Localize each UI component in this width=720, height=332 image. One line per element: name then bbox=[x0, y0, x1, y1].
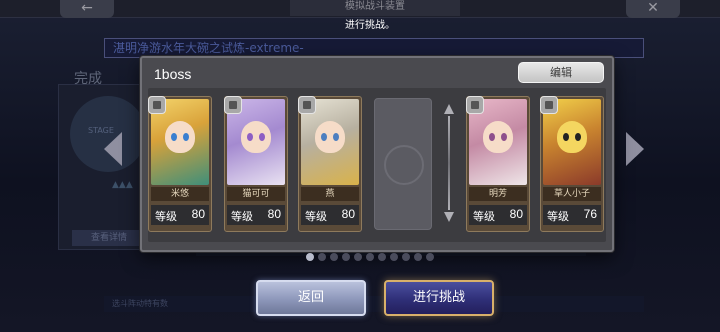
level-value: 80 bbox=[509, 207, 523, 221]
level-label: 等级 bbox=[305, 210, 327, 223]
next-page-arrow-icon[interactable] bbox=[626, 132, 644, 166]
level-value: 80 bbox=[341, 207, 355, 221]
level-row: 等级 76 bbox=[543, 205, 601, 225]
return-button[interactable]: 返回 bbox=[256, 280, 366, 316]
pagination-dot[interactable] bbox=[354, 253, 362, 261]
level-value: 76 bbox=[583, 207, 597, 221]
close-icon: ✕ bbox=[626, 0, 680, 18]
pagination-dot[interactable] bbox=[366, 253, 374, 261]
level-label: 等级 bbox=[155, 210, 177, 223]
pagination-dot[interactable] bbox=[306, 253, 314, 261]
star-rating-icon: ▲▲▲ bbox=[112, 180, 133, 190]
character-card[interactable]: 明芳 等级 80 bbox=[466, 96, 530, 232]
empty-slot-icon bbox=[384, 145, 424, 185]
role-icon bbox=[466, 96, 484, 114]
pagination-dot[interactable] bbox=[342, 253, 350, 261]
character-card[interactable]: 猫可可 等级 80 bbox=[224, 96, 288, 232]
role-icon bbox=[224, 96, 242, 114]
prev-page-arrow-icon[interactable] bbox=[104, 132, 122, 166]
level-label: 等级 bbox=[231, 210, 253, 223]
character-name: 米悠 bbox=[151, 187, 209, 201]
pagination-dot[interactable] bbox=[330, 253, 338, 261]
level-value: 80 bbox=[191, 207, 205, 221]
pagination-dots bbox=[306, 253, 438, 263]
character-name: 燕 bbox=[301, 187, 359, 201]
empty-team-slot[interactable] bbox=[374, 98, 432, 230]
pagination-dot[interactable] bbox=[414, 253, 422, 261]
pagination-dot[interactable] bbox=[318, 253, 326, 261]
level-row: 等级 80 bbox=[301, 205, 359, 225]
character-name: 猫可可 bbox=[227, 187, 285, 201]
support-divider bbox=[444, 104, 454, 222]
level-row: 等级 80 bbox=[151, 205, 209, 225]
level-label: 等级 bbox=[547, 210, 569, 223]
pagination-dot[interactable] bbox=[402, 253, 410, 261]
role-icon bbox=[540, 96, 558, 114]
pagination-dot[interactable] bbox=[426, 253, 434, 261]
character-name: 明芳 bbox=[469, 187, 527, 201]
character-card[interactable]: 燕 等级 80 bbox=[298, 96, 362, 232]
pagination-dot[interactable] bbox=[378, 253, 386, 261]
arrow-up-icon bbox=[444, 104, 454, 114]
pagination-dot[interactable] bbox=[390, 253, 398, 261]
back-arrow-icon: ← bbox=[60, 0, 114, 18]
toast-message: 进行挑战。 bbox=[345, 20, 395, 31]
level-row: 等级 80 bbox=[469, 205, 527, 225]
level-label: 等级 bbox=[473, 210, 495, 223]
arrow-down-icon bbox=[444, 212, 454, 222]
role-icon bbox=[298, 96, 316, 114]
character-name: 草人小子 bbox=[543, 187, 601, 201]
character-card[interactable]: 米悠 等级 80 bbox=[148, 96, 212, 232]
screen-title: 模拟战斗装置 bbox=[290, 0, 460, 16]
level-value: 80 bbox=[267, 207, 281, 221]
start-challenge-button[interactable]: 进行挑战 bbox=[384, 280, 494, 316]
level-row: 等级 80 bbox=[227, 205, 285, 225]
edit-button[interactable]: 编辑 bbox=[518, 62, 604, 83]
bottom-hint-bar: 选斗阵动特有数 bbox=[104, 296, 644, 312]
team-name: 1boss bbox=[154, 66, 192, 82]
stage-banner: 湛明净游水年大碗之试炼-extreme- bbox=[104, 38, 644, 58]
view-details-button: 查看详情 bbox=[72, 230, 146, 246]
character-card[interactable]: 草人小子 等级 76 bbox=[540, 96, 604, 232]
role-icon bbox=[148, 96, 166, 114]
